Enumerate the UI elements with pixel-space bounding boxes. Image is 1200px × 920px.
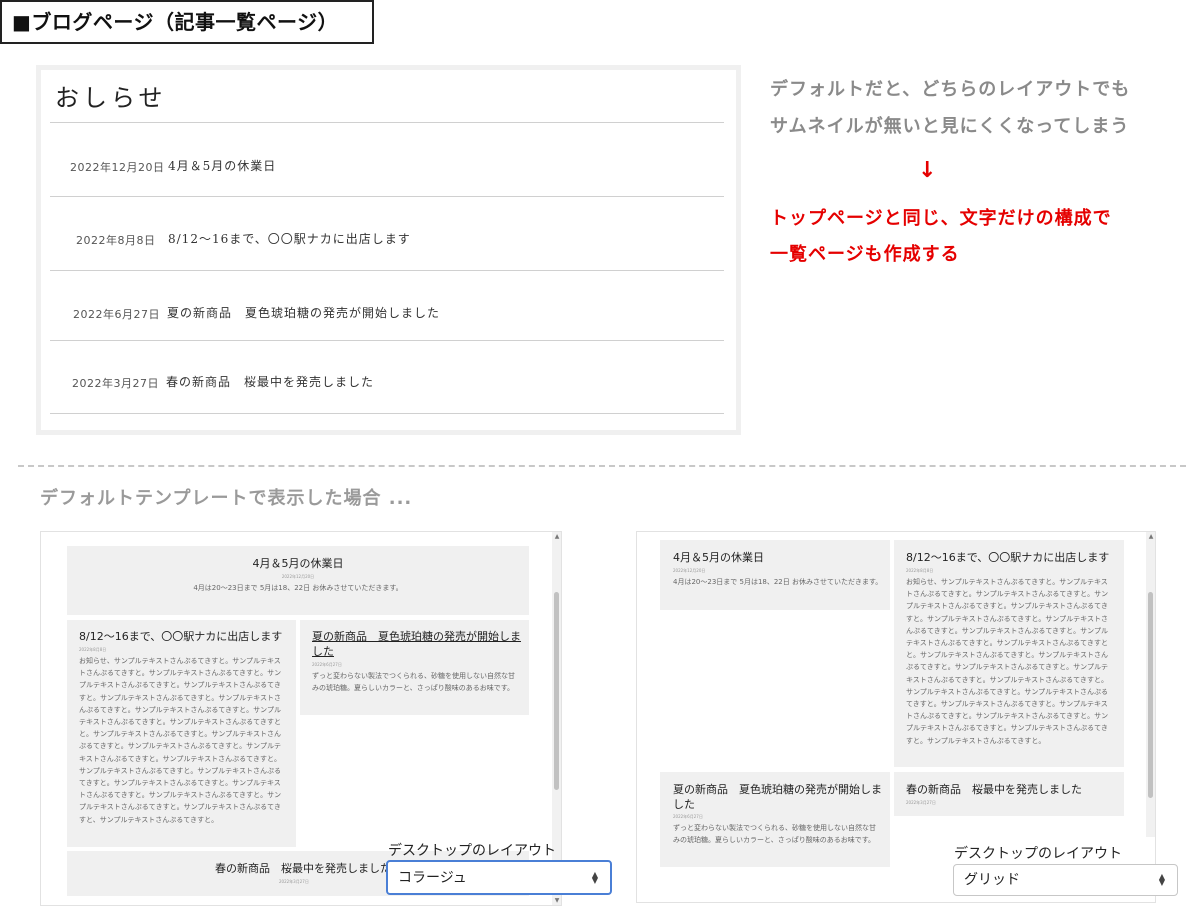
post-card-title[interactable]: 春の新商品 桜最中を発売しました bbox=[215, 861, 391, 876]
post-title-link[interactable]: 8/12〜16まで、〇〇駅ナカに出店します bbox=[168, 230, 411, 247]
post-card-excerpt: ずっと変わらない製法でつくられる、砂糖を使用しない自然な甘 みの琥珀糖。夏らしい… bbox=[673, 824, 876, 845]
section-caption: デフォルトテンプレートで表示した場合 ... bbox=[40, 488, 413, 509]
select-caret-icon: ▲ ▼ bbox=[591, 870, 598, 885]
post-card-title[interactable]: 4月＆5月の休業日 bbox=[67, 556, 529, 571]
post-card-date: 2022年3月27日 bbox=[279, 879, 309, 884]
scroll-up-icon[interactable]: ▲ bbox=[1146, 533, 1155, 540]
post-card-excerpt: ずっと変わらない製法でつくられる、砂糖を使用しない自然な甘 みの琥珀糖。夏らしい… bbox=[312, 672, 515, 693]
section-divider bbox=[18, 465, 1186, 467]
post-card[interactable]: 8/12〜16まで、〇〇駅ナカに出店します 2022年8月8日 お知らせ、サンプ… bbox=[894, 540, 1124, 767]
note-highlight: 一覧ページも作成する bbox=[770, 244, 960, 265]
post-card-date: 2022年8月8日 bbox=[79, 647, 107, 652]
post-card-title[interactable]: 8/12〜16まで、〇〇駅ナカに出店します bbox=[906, 550, 1109, 565]
post-card-title[interactable]: 夏の新商品 夏色琥珀糖の発売が開始しま した bbox=[673, 782, 882, 812]
layout-label: デスクトップのレイアウト bbox=[388, 843, 556, 859]
post-card[interactable]: 4月＆5月の休業日 2022年12月20日 4月は20〜23日まで 5月は18、… bbox=[660, 540, 890, 610]
scroll-up-icon[interactable]: ▲ bbox=[552, 533, 561, 540]
post-title-link[interactable]: 夏の新商品 夏色琥珀糖の発売が開始しました bbox=[167, 304, 440, 321]
scroll-down-icon[interactable]: ▼ bbox=[552, 897, 561, 904]
post-card[interactable]: 4月＆5月の休業日 2022年12月20日 4月は20〜23日まで 5月は18、… bbox=[67, 546, 529, 615]
post-card[interactable]: 夏の新商品 夏色琥珀糖の発売が開始しま した 2022年6月27日 ずっと変わら… bbox=[300, 620, 529, 715]
down-arrow-icon: ↓ bbox=[918, 158, 937, 183]
post-title-link[interactable]: 春の新商品 桜最中を発売しました bbox=[166, 373, 374, 390]
divider bbox=[50, 270, 724, 271]
layout-label: デスクトップのレイアウト bbox=[954, 846, 1122, 862]
scrollbar-thumb[interactable] bbox=[554, 592, 559, 790]
layout-select-value: グリッド bbox=[964, 872, 1020, 888]
post-card-date: 2022年8月8日 bbox=[906, 568, 934, 573]
post-card[interactable]: 8/12〜16まで、〇〇駅ナカに出店します 2022年8月8日 お知らせ、サンプ… bbox=[67, 620, 296, 847]
post-card-excerpt: 4月は20〜23日まで 5月は18、22日 お休みさせていただきます。 bbox=[673, 578, 883, 586]
post-title-link[interactable]: 4月＆5月の休業日 bbox=[168, 157, 276, 174]
note-text: サムネイルが無いと見にくくなってしまう bbox=[770, 116, 1130, 137]
post-card-title[interactable]: 4月＆5月の休業日 bbox=[673, 550, 764, 565]
post-date: 2022年8月8日 bbox=[76, 234, 156, 247]
post-card-title[interactable]: 8/12〜16まで、〇〇駅ナカに出店します bbox=[79, 629, 282, 644]
post-card-excerpt: 4月は20〜23日まで 5月は18、22日 お休みさせていただきます。 bbox=[193, 584, 403, 592]
divider bbox=[50, 196, 724, 197]
note-text: デフォルトだと、どちらのレイアウトでも bbox=[770, 79, 1131, 100]
blog-list-panel: おしらせ 2022年12月20日 4月＆5月の休業日 2022年8月8日 8/1… bbox=[36, 65, 741, 435]
divider bbox=[50, 340, 724, 341]
post-card-date: 2022年6月27日 bbox=[673, 814, 703, 819]
post-card-date: 2022年3月27日 bbox=[906, 800, 936, 805]
post-card-date: 2022年12月20日 bbox=[281, 574, 315, 579]
post-card-title[interactable]: 夏の新商品 夏色琥珀糖の発売が開始しま した bbox=[312, 629, 521, 659]
post-card-title[interactable]: 春の新商品 桜最中を発売しました bbox=[906, 782, 1082, 797]
post-card-excerpt: お知らせ、サンプルテキストさんぷるてきすと。サンプルテキス トさんぷるてきすと。… bbox=[906, 578, 1109, 745]
post-date: 2022年12月20日 bbox=[70, 161, 165, 174]
blog-title: おしらせ bbox=[55, 84, 167, 112]
divider bbox=[50, 413, 724, 414]
layout-select[interactable]: コラージュ ▲ ▼ bbox=[386, 860, 612, 895]
post-card-date: 2022年12月20日 bbox=[673, 568, 706, 573]
layout-select[interactable]: グリッド ▲ ▼ bbox=[953, 864, 1178, 896]
post-card-excerpt: お知らせ、サンプルテキストさんぷるてきすと。サンプルテキス トさんぷるてきすと。… bbox=[79, 657, 282, 824]
post-card[interactable]: 夏の新商品 夏色琥珀糖の発売が開始しま した 2022年6月27日 ずっと変わら… bbox=[660, 772, 890, 867]
post-date: 2022年3月27日 bbox=[72, 377, 159, 390]
post-card-date: 2022年6月27日 bbox=[312, 662, 342, 667]
layout-select-value: コラージュ bbox=[398, 870, 467, 886]
page-heading: ■ブログページ（記事一覧ページ） bbox=[0, 0, 374, 44]
note-highlight: トップページと同じ、文字だけの構成で bbox=[770, 208, 1112, 229]
post-date: 2022年6月27日 bbox=[73, 308, 160, 321]
select-caret-icon: ▲ ▼ bbox=[1158, 872, 1165, 887]
post-card[interactable]: 春の新商品 桜最中を発売しました 2022年3月27日 bbox=[894, 772, 1124, 816]
scrollbar-thumb[interactable] bbox=[1148, 592, 1153, 798]
divider bbox=[50, 122, 724, 123]
